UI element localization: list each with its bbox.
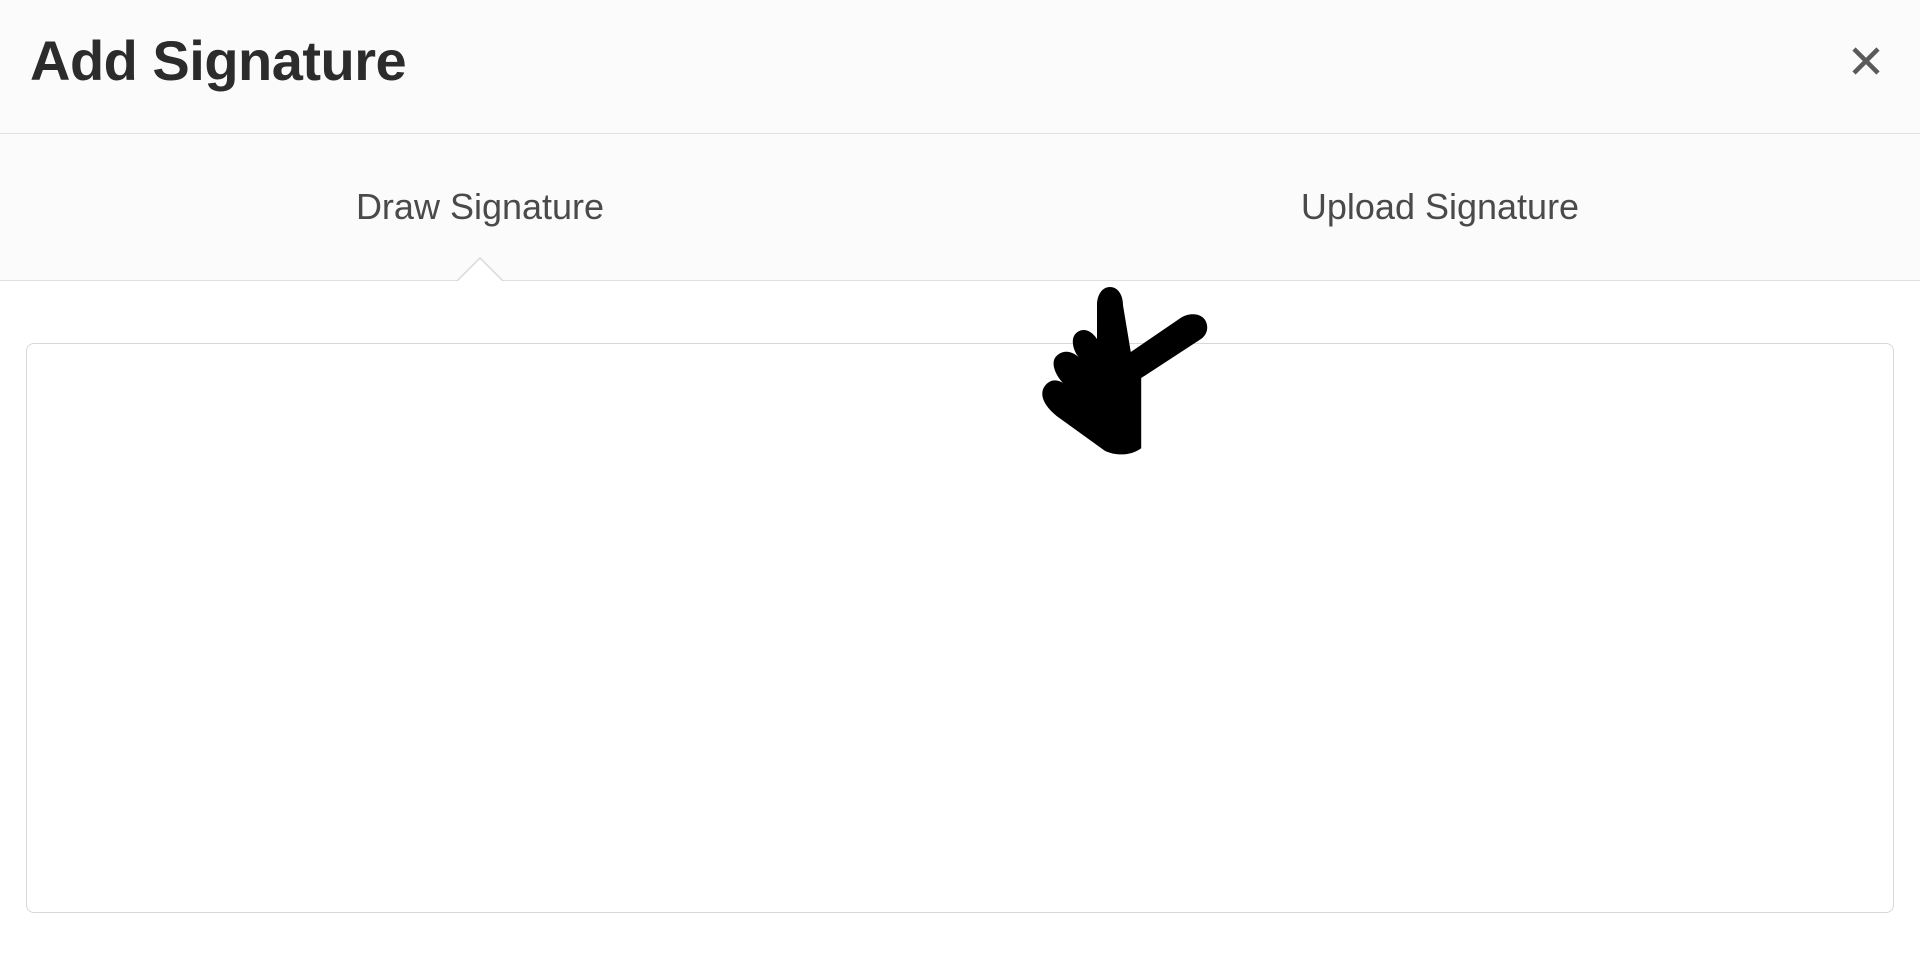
dialog-title: Add Signature — [30, 28, 406, 93]
close-button[interactable] — [1842, 37, 1890, 85]
tabs-bar: Draw Signature Upload Signature — [0, 134, 1920, 281]
tab-label: Draw Signature — [356, 186, 604, 227]
tab-draw-signature[interactable]: Draw Signature — [0, 134, 960, 280]
close-icon — [1848, 43, 1884, 79]
content-area — [0, 281, 1920, 913]
dialog-header: Add Signature — [0, 0, 1920, 134]
signature-draw-canvas[interactable] — [26, 343, 1894, 913]
tab-label: Upload Signature — [1301, 186, 1579, 227]
tab-upload-signature[interactable]: Upload Signature — [960, 134, 1920, 280]
add-signature-dialog: Add Signature Draw Signature Upload Sign… — [0, 0, 1920, 978]
